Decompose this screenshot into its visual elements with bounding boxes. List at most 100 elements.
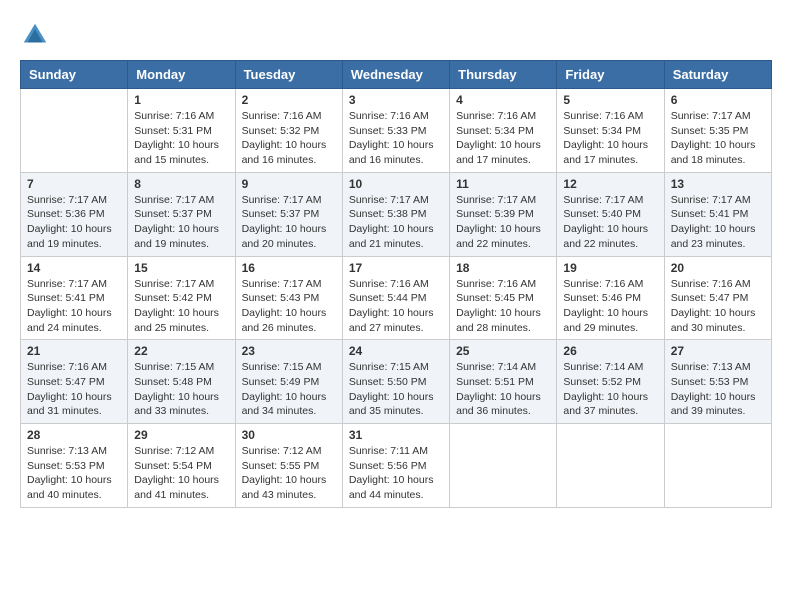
- calendar-cell: 13 Sunrise: 7:17 AM Sunset: 5:41 PM Dayli…: [664, 172, 771, 256]
- calendar-cell: 19 Sunrise: 7:16 AM Sunset: 5:46 PM Dayli…: [557, 256, 664, 340]
- day-number: 14: [27, 261, 121, 275]
- day-info: Sunrise: 7:16 AM Sunset: 5:47 PM Dayligh…: [671, 277, 765, 336]
- day-info: Sunrise: 7:16 AM Sunset: 5:31 PM Dayligh…: [134, 109, 228, 168]
- logo: [20, 20, 54, 50]
- day-info: Sunrise: 7:17 AM Sunset: 5:41 PM Dayligh…: [671, 193, 765, 252]
- day-info: Sunrise: 7:17 AM Sunset: 5:43 PM Dayligh…: [242, 277, 336, 336]
- day-number: 22: [134, 344, 228, 358]
- calendar-row: 1 Sunrise: 7:16 AM Sunset: 5:31 PM Daylig…: [21, 89, 772, 173]
- day-number: 18: [456, 261, 550, 275]
- calendar-cell: 23 Sunrise: 7:15 AM Sunset: 5:49 PM Dayli…: [235, 340, 342, 424]
- day-number: 7: [27, 177, 121, 191]
- day-number: 1: [134, 93, 228, 107]
- day-info: Sunrise: 7:15 AM Sunset: 5:49 PM Dayligh…: [242, 360, 336, 419]
- day-info: Sunrise: 7:11 AM Sunset: 5:56 PM Dayligh…: [349, 444, 443, 503]
- calendar-cell: 30Sunrise: 7:12 AM Sunset: 5:55 PM Dayli…: [235, 424, 342, 508]
- day-info: Sunrise: 7:17 AM Sunset: 5:39 PM Dayligh…: [456, 193, 550, 252]
- day-number: 16: [242, 261, 336, 275]
- calendar-cell: 24Sunrise: 7:15 AM Sunset: 5:50 PM Dayli…: [342, 340, 449, 424]
- calendar-row: 7 Sunrise: 7:17 AM Sunset: 5:36 PM Daylig…: [21, 172, 772, 256]
- day-number: 23: [242, 344, 336, 358]
- calendar-row: 21 Sunrise: 7:16 AM Sunset: 5:47 PM Dayli…: [21, 340, 772, 424]
- calendar-cell: 21 Sunrise: 7:16 AM Sunset: 5:47 PM Dayli…: [21, 340, 128, 424]
- day-number: 20: [671, 261, 765, 275]
- calendar-row: 28 Sunrise: 7:13 AM Sunset: 5:53 PM Dayli…: [21, 424, 772, 508]
- calendar-cell: [557, 424, 664, 508]
- calendar-cell: 27 Sunrise: 7:13 AM Sunset: 5:53 PM Dayli…: [664, 340, 771, 424]
- logo-icon: [20, 20, 50, 50]
- day-number: 28: [27, 428, 121, 442]
- calendar-table: SundayMondayTuesdayWednesdayThursdayFrid…: [20, 60, 772, 508]
- calendar-row: 14 Sunrise: 7:17 AM Sunset: 5:41 PM Dayli…: [21, 256, 772, 340]
- day-info: Sunrise: 7:16 AM Sunset: 5:47 PM Dayligh…: [27, 360, 121, 419]
- day-info: Sunrise: 7:14 AM Sunset: 5:51 PM Dayligh…: [456, 360, 550, 419]
- day-number: 5: [563, 93, 657, 107]
- day-info: Sunrise: 7:12 AM Sunset: 5:54 PM Dayligh…: [134, 444, 228, 503]
- calendar-cell: 26Sunrise: 7:14 AM Sunset: 5:52 PM Dayli…: [557, 340, 664, 424]
- day-number: 29: [134, 428, 228, 442]
- day-info: Sunrise: 7:13 AM Sunset: 5:53 PM Dayligh…: [671, 360, 765, 419]
- day-info: Sunrise: 7:16 AM Sunset: 5:34 PM Dayligh…: [563, 109, 657, 168]
- calendar-cell: 17 Sunrise: 7:16 AM Sunset: 5:44 PM Dayli…: [342, 256, 449, 340]
- weekday-header: Saturday: [664, 61, 771, 89]
- calendar-cell: 12 Sunrise: 7:17 AM Sunset: 5:40 PM Dayli…: [557, 172, 664, 256]
- calendar-cell: 15 Sunrise: 7:17 AM Sunset: 5:42 PM Dayli…: [128, 256, 235, 340]
- day-info: Sunrise: 7:17 AM Sunset: 5:36 PM Dayligh…: [27, 193, 121, 252]
- weekday-header: Wednesday: [342, 61, 449, 89]
- day-number: 6: [671, 93, 765, 107]
- day-info: Sunrise: 7:17 AM Sunset: 5:42 PM Dayligh…: [134, 277, 228, 336]
- day-info: Sunrise: 7:16 AM Sunset: 5:34 PM Dayligh…: [456, 109, 550, 168]
- day-info: Sunrise: 7:15 AM Sunset: 5:48 PM Dayligh…: [134, 360, 228, 419]
- day-number: 4: [456, 93, 550, 107]
- calendar-cell: 31 Sunrise: 7:11 AM Sunset: 5:56 PM Dayli…: [342, 424, 449, 508]
- day-number: 3: [349, 93, 443, 107]
- day-info: Sunrise: 7:16 AM Sunset: 5:33 PM Dayligh…: [349, 109, 443, 168]
- weekday-header: Tuesday: [235, 61, 342, 89]
- calendar-cell: 20 Sunrise: 7:16 AM Sunset: 5:47 PM Dayli…: [664, 256, 771, 340]
- day-number: 11: [456, 177, 550, 191]
- day-info: Sunrise: 7:16 AM Sunset: 5:46 PM Dayligh…: [563, 277, 657, 336]
- day-number: 13: [671, 177, 765, 191]
- day-number: 24: [349, 344, 443, 358]
- calendar-cell: 7 Sunrise: 7:17 AM Sunset: 5:36 PM Daylig…: [21, 172, 128, 256]
- day-number: 10: [349, 177, 443, 191]
- page-header: [20, 20, 772, 50]
- calendar-cell: 5 Sunrise: 7:16 AM Sunset: 5:34 PM Daylig…: [557, 89, 664, 173]
- calendar-cell: 11 Sunrise: 7:17 AM Sunset: 5:39 PM Dayli…: [450, 172, 557, 256]
- day-info: Sunrise: 7:17 AM Sunset: 5:40 PM Dayligh…: [563, 193, 657, 252]
- day-info: Sunrise: 7:17 AM Sunset: 5:35 PM Dayligh…: [671, 109, 765, 168]
- calendar-cell: 28 Sunrise: 7:13 AM Sunset: 5:53 PM Dayli…: [21, 424, 128, 508]
- day-info: Sunrise: 7:16 AM Sunset: 5:44 PM Dayligh…: [349, 277, 443, 336]
- day-info: Sunrise: 7:17 AM Sunset: 5:37 PM Dayligh…: [242, 193, 336, 252]
- calendar-cell: 14 Sunrise: 7:17 AM Sunset: 5:41 PM Dayli…: [21, 256, 128, 340]
- weekday-header: Thursday: [450, 61, 557, 89]
- calendar-cell: 6 Sunrise: 7:17 AM Sunset: 5:35 PM Daylig…: [664, 89, 771, 173]
- calendar-cell: [21, 89, 128, 173]
- calendar-cell: 4 Sunrise: 7:16 AM Sunset: 5:34 PM Daylig…: [450, 89, 557, 173]
- day-number: 27: [671, 344, 765, 358]
- day-number: 25: [456, 344, 550, 358]
- calendar-cell: 16 Sunrise: 7:17 AM Sunset: 5:43 PM Dayli…: [235, 256, 342, 340]
- calendar-cell: 9Sunrise: 7:17 AM Sunset: 5:37 PM Daylig…: [235, 172, 342, 256]
- calendar-cell: 1 Sunrise: 7:16 AM Sunset: 5:31 PM Daylig…: [128, 89, 235, 173]
- day-number: 12: [563, 177, 657, 191]
- calendar-cell: [664, 424, 771, 508]
- day-number: 17: [349, 261, 443, 275]
- day-number: 15: [134, 261, 228, 275]
- day-number: 21: [27, 344, 121, 358]
- calendar-cell: 25 Sunrise: 7:14 AM Sunset: 5:51 PM Dayli…: [450, 340, 557, 424]
- day-number: 31: [349, 428, 443, 442]
- day-number: 26: [563, 344, 657, 358]
- calendar-cell: 10Sunrise: 7:17 AM Sunset: 5:38 PM Dayli…: [342, 172, 449, 256]
- day-number: 30: [242, 428, 336, 442]
- day-number: 2: [242, 93, 336, 107]
- calendar-cell: 8Sunrise: 7:17 AM Sunset: 5:37 PM Daylig…: [128, 172, 235, 256]
- day-number: 19: [563, 261, 657, 275]
- calendar-cell: 18Sunrise: 7:16 AM Sunset: 5:45 PM Dayli…: [450, 256, 557, 340]
- weekday-header: Monday: [128, 61, 235, 89]
- day-info: Sunrise: 7:17 AM Sunset: 5:37 PM Dayligh…: [134, 193, 228, 252]
- calendar-cell: 3 Sunrise: 7:16 AM Sunset: 5:33 PM Daylig…: [342, 89, 449, 173]
- day-info: Sunrise: 7:13 AM Sunset: 5:53 PM Dayligh…: [27, 444, 121, 503]
- weekday-header-row: SundayMondayTuesdayWednesdayThursdayFrid…: [21, 61, 772, 89]
- day-info: Sunrise: 7:17 AM Sunset: 5:41 PM Dayligh…: [27, 277, 121, 336]
